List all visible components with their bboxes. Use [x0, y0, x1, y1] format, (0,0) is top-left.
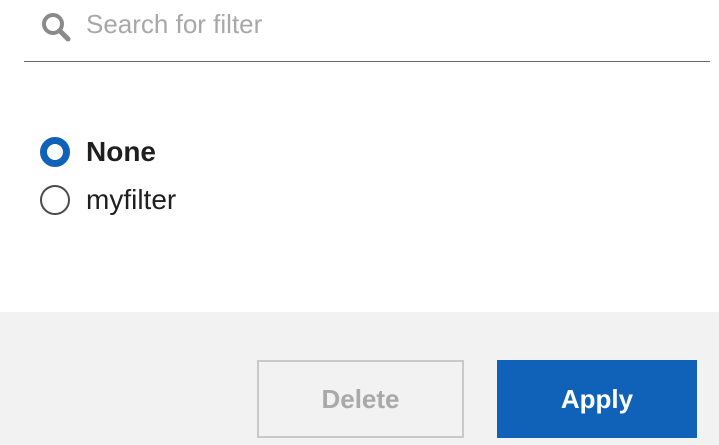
action-footer: Delete Apply	[0, 312, 719, 445]
filter-option-label: None	[86, 136, 156, 167]
filter-options: None myfilter	[40, 128, 176, 224]
filter-panel: None myfilter Delete Apply	[0, 0, 719, 445]
search-icon	[40, 11, 74, 45]
radio-button-unselected[interactable]	[40, 185, 70, 215]
filter-option-label: myfilter	[86, 184, 177, 215]
filter-option-myfilter[interactable]: myfilter	[40, 176, 176, 224]
delete-button[interactable]: Delete	[257, 360, 464, 438]
radio-button-selected[interactable]	[40, 137, 70, 167]
search-bar	[24, 0, 710, 62]
search-input[interactable]	[86, 4, 686, 44]
filter-option-none[interactable]: None	[40, 128, 176, 176]
apply-button[interactable]: Apply	[497, 360, 697, 438]
